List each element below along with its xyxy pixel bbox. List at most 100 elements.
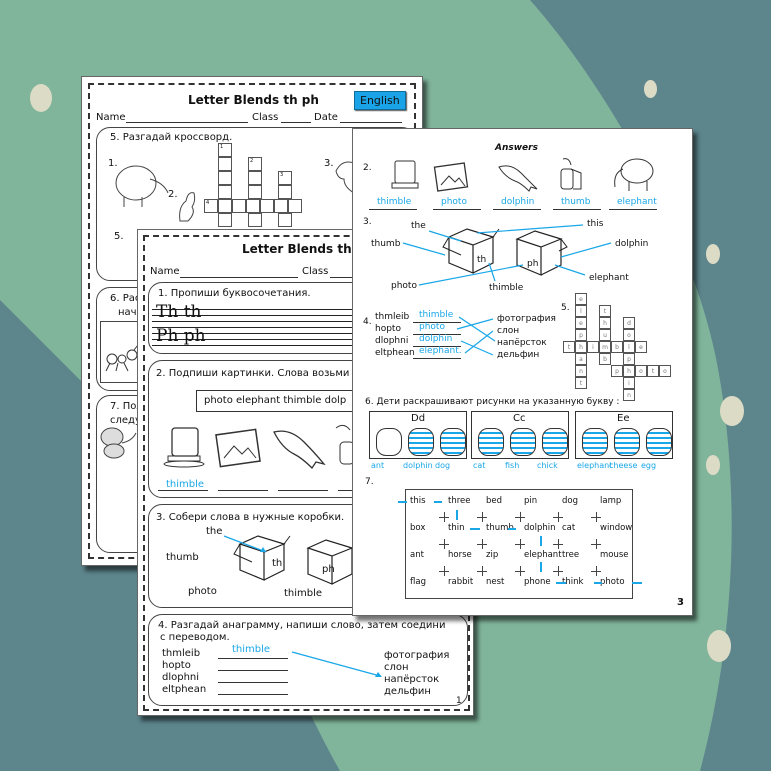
- crossword-cell: b: [599, 353, 611, 365]
- crossword-cell: t: [563, 341, 575, 353]
- crossword-cell: [260, 199, 274, 213]
- crossword-cell: m: [599, 341, 611, 353]
- word-bank-text: photo elephant thimble dolp: [204, 395, 347, 406]
- coloring-word: elephant: [577, 461, 613, 470]
- crossword-cell: 2: [248, 157, 262, 171]
- class-label: Class: [252, 112, 279, 123]
- crossword-cell: l: [575, 305, 587, 317]
- group-letter: Ee: [617, 413, 630, 424]
- crossword-cell: p: [611, 365, 623, 377]
- maze-word: horse: [448, 550, 472, 560]
- word-label: thimble: [284, 588, 323, 599]
- anagram-word: thmleib: [162, 648, 201, 659]
- crossword-cell: [218, 171, 232, 185]
- crossword-cell: [248, 185, 262, 199]
- class-line: [281, 122, 311, 123]
- match-arrows: [456, 316, 496, 356]
- answer-line: [218, 658, 288, 659]
- coloring-word: cheese: [609, 461, 638, 470]
- coloring-group-box: Ee: [575, 411, 673, 459]
- dolphin-picture: [335, 161, 355, 194]
- translation-word: напёрсток: [384, 674, 440, 685]
- crossword-cell: p: [623, 353, 635, 365]
- elephant-picture: [115, 165, 169, 207]
- answers-page: Answers 2. thimble photo dolphin thumb eleph…: [352, 128, 693, 616]
- crossword-cell: [274, 199, 288, 213]
- decorative-dot: [707, 630, 731, 662]
- decorative-dot: [706, 455, 720, 475]
- crossword-cell: n: [575, 365, 587, 377]
- crossword-cell: e: [575, 293, 587, 305]
- decorative-dot: [706, 244, 720, 264]
- butterfly-picture: [100, 427, 137, 459]
- maze-arrow: [398, 501, 407, 503]
- crossword-cell: 4: [204, 199, 218, 213]
- maze-word: elephant: [524, 550, 562, 560]
- crossword-number: 2: [250, 158, 254, 164]
- maze-word: ant: [410, 550, 424, 560]
- thumb-picture: [179, 192, 196, 222]
- task5-title: 5. Разгадай кроссворд.: [110, 132, 233, 143]
- maze-word: cat: [562, 523, 576, 533]
- crossword-cell: l: [623, 341, 635, 353]
- coloring-word: cat: [473, 461, 486, 470]
- task-label: 5.: [561, 303, 570, 313]
- maze-arrow: [540, 536, 542, 546]
- maze-word: dog: [562, 496, 578, 506]
- box-label: ph: [322, 564, 335, 575]
- coloring-word: chick: [537, 461, 558, 470]
- crossword-cell: [278, 213, 292, 227]
- crossword-cell: 3: [278, 171, 292, 185]
- ph-box-picture: [306, 539, 354, 585]
- box-label: th: [272, 558, 283, 569]
- task1-title: 1. Пропиши буквосочетания.: [158, 288, 311, 299]
- anagram-word: dlophni: [162, 672, 200, 683]
- word-maze: this three bed pin dog lamp box thin thumb dolphi…: [398, 489, 642, 599]
- thimble-picture: [163, 427, 205, 468]
- picture-placeholder: [542, 428, 568, 456]
- crossword-cell: t: [575, 377, 587, 389]
- name-label: Name: [150, 266, 180, 277]
- anagram-word: hopto: [162, 660, 191, 671]
- picture-placeholder: [614, 428, 640, 456]
- picture-placeholder: [478, 428, 504, 456]
- crossword-cell: [232, 199, 246, 213]
- crossword-cell: h: [623, 365, 635, 377]
- maze-word: thin: [448, 523, 465, 533]
- language-badge: English: [354, 91, 406, 110]
- coloring-word: egg: [641, 461, 657, 470]
- photo-picture: [215, 428, 261, 468]
- maze-arrow: [434, 501, 442, 503]
- crossword-cell: [288, 199, 302, 213]
- crossword-cell: [218, 199, 232, 213]
- maze-cross-v: [444, 512, 445, 522]
- answer-arrow: [223, 535, 267, 553]
- crossword-cell: u: [599, 329, 611, 341]
- maze-cross-v: [482, 512, 483, 522]
- maze-word: box: [410, 523, 426, 533]
- coloring-word: ant: [371, 461, 385, 470]
- crossword-cell: t: [599, 305, 611, 317]
- answer-line: [278, 490, 328, 491]
- group-letter: Dd: [411, 413, 426, 424]
- maze-cross-v: [520, 539, 521, 549]
- maze-word: tree: [562, 550, 580, 560]
- maze-word: lamp: [600, 496, 622, 506]
- maze-word: photo: [600, 577, 625, 587]
- coloring-group-box: Dd: [369, 411, 467, 459]
- crossword-cell: o: [623, 329, 635, 341]
- coloring-group-box: Cc: [471, 411, 569, 459]
- crossword-cell: [248, 171, 262, 185]
- maze-arrow: [540, 562, 542, 572]
- crossword-cell: n: [623, 389, 635, 401]
- task-label: 7.: [365, 477, 374, 487]
- maze-cross-v: [558, 566, 559, 576]
- maze-arrow: [594, 582, 602, 584]
- maze-cross-v: [596, 539, 597, 549]
- picture-placeholder: [408, 428, 434, 456]
- maze-word: this: [410, 496, 426, 506]
- maze-arrow: [470, 528, 480, 530]
- page-number: 3: [677, 597, 684, 608]
- name-line: [126, 122, 248, 123]
- tracing-text: Th th: [156, 302, 202, 322]
